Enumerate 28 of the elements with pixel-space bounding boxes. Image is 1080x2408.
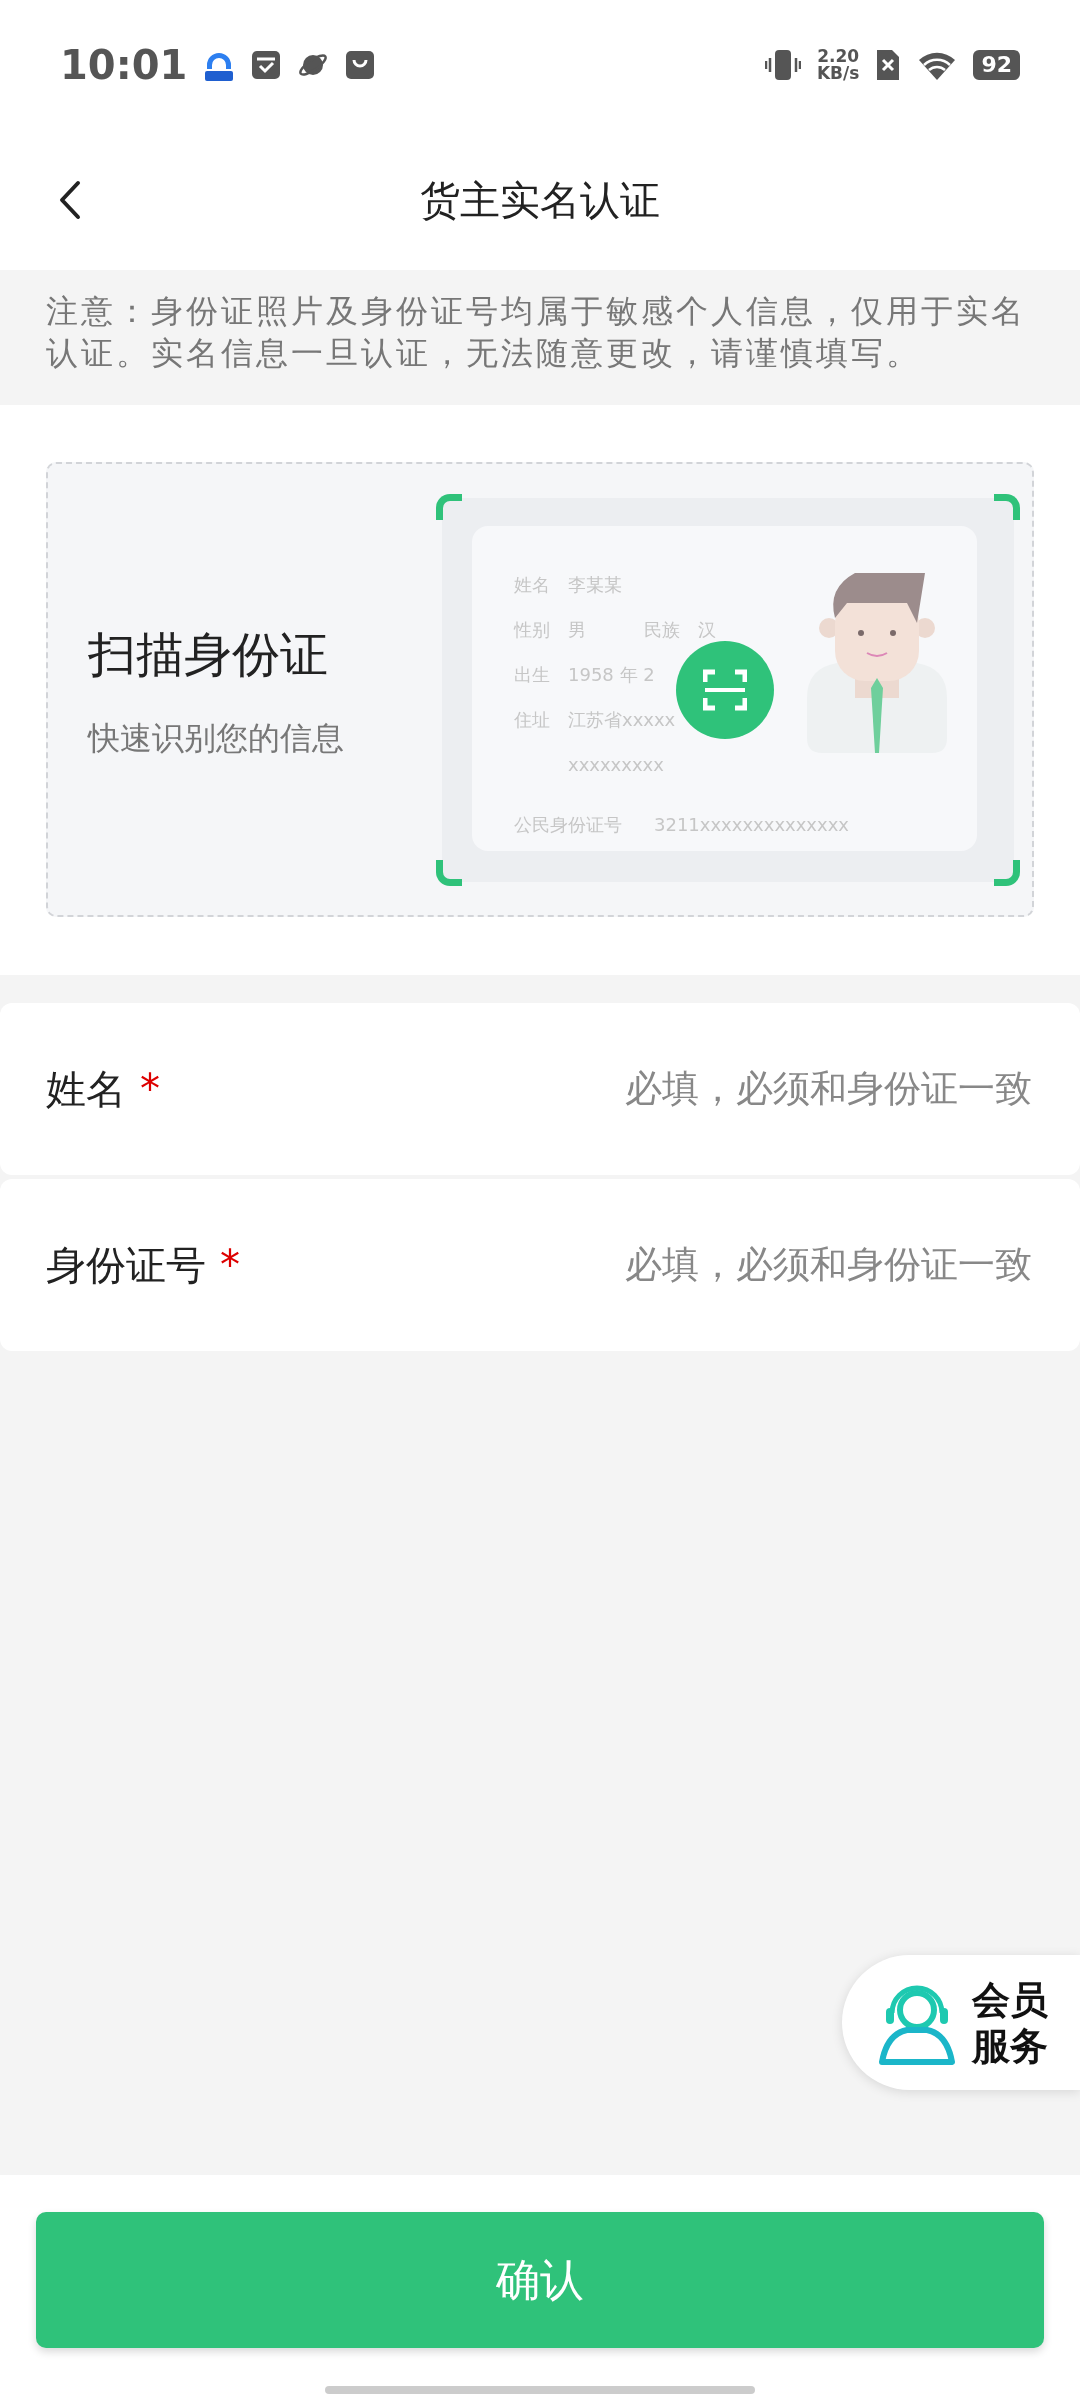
scan-corner [436,859,462,886]
network-speed-text: KB/s [816,65,860,82]
text-input-field[interactable]: 必填，必须和身份证一致 [160,1060,1034,1118]
scan-icon [703,667,747,712]
field-label: 姓名 [46,1065,126,1114]
scan-title: 扫描身份证 [88,624,329,684]
page-title: 货主实名认证 [420,176,660,225]
required-mark: * [220,1241,240,1290]
battery-level: 92 [973,50,1020,80]
scan-corner [436,493,462,520]
member-service-text: 会员 [972,1976,1048,2023]
scan-corner [994,493,1020,520]
form-row[interactable]: 姓名 * 必填，必须和身份证一致 [0,1003,1080,1175]
scan-corner [994,859,1020,886]
member-service-button[interactable]: 会员 服务 [842,1955,1080,2090]
scan-subtitle: 快速识别您的信息 [88,717,344,759]
notice-text: 注意：身份证照片及身份证号均属于敏感个人信息，仅用于实名认证。实名信息一旦认证，无法随意更改，请谨慎填写。 [46,291,1027,374]
required-mark: * [140,1065,160,1114]
vibrate-icon [764,47,801,83]
network-speed-text: 2.20 [816,48,860,65]
text-input-field[interactable]: 必填，必须和身份证一致 [240,1236,1034,1294]
inbox-check-icon [251,50,282,80]
status-time: 10:01 [60,41,188,90]
member-service-text: 服务 [972,2022,1048,2069]
shopping-bag-icon [345,50,376,80]
sim-off-icon [875,48,902,82]
field-label: 身份证号 [46,1241,206,1290]
form-row[interactable]: 身份证号 * 必填，必须和身份证一致 [0,1179,1080,1351]
